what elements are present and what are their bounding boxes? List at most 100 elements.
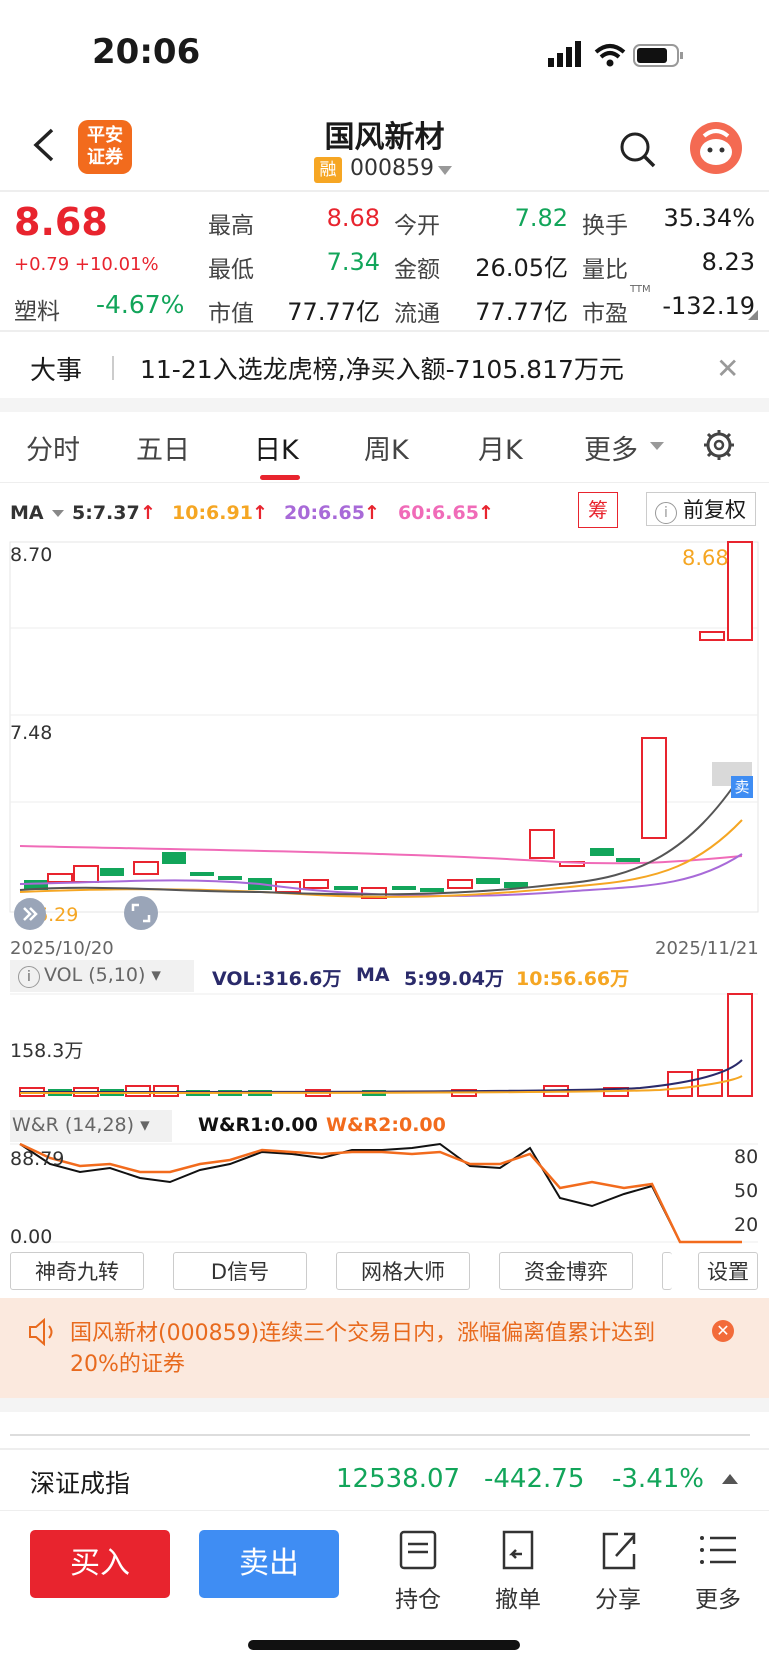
low-label: 最低 — [208, 257, 254, 283]
tab-weekly-k[interactable]: 周K — [364, 428, 409, 467]
tool-settings[interactable]: 设置 — [698, 1252, 758, 1290]
wr2-value: W&R2:0.00 — [326, 1114, 446, 1136]
wr-selector[interactable]: W&R (14,28) ▾ — [12, 1114, 150, 1136]
close-icon[interactable]: ✕ — [716, 352, 739, 385]
tab-more[interactable]: 更多 — [584, 428, 638, 467]
vol-selector[interactable]: i VOL (5,10) ▾ — [18, 964, 161, 988]
candle — [590, 848, 614, 856]
float-cap-value: 77.77亿 — [475, 298, 568, 326]
sell-button[interactable]: 卖出 — [199, 1530, 339, 1598]
chevron-down-icon[interactable] — [52, 510, 64, 517]
wr-axis-bottom: 0.00 — [10, 1226, 53, 1248]
up-arrow-icon: ↑ — [140, 502, 156, 524]
candle — [47, 873, 73, 883]
sector-label[interactable]: 塑料 — [14, 292, 60, 326]
candle — [476, 878, 500, 884]
buy-button[interactable]: 买入 — [30, 1530, 170, 1598]
tab-monthly-k[interactable]: 月K — [478, 428, 523, 467]
margin-badge: 融 — [314, 157, 342, 183]
gear-icon[interactable] — [702, 428, 736, 462]
info-icon: i — [18, 966, 40, 988]
candle — [699, 631, 725, 641]
chevron-down-icon[interactable] — [438, 166, 452, 175]
up-arrow-icon: ↑ — [364, 502, 380, 524]
news-text[interactable]: 11-21入选龙虎榜,净买入额-7105.817万元 — [140, 350, 624, 386]
info-icon: i — [655, 502, 677, 524]
volume-chart[interactable] — [0, 992, 769, 1100]
wr2-line — [19, 1142, 742, 1244]
share-button[interactable]: 分享 — [578, 1580, 658, 1614]
sector-change[interactable]: -4.67% — [96, 290, 184, 319]
cancel-order-icon[interactable] — [478, 1528, 558, 1572]
high-price-label: 8.68 — [682, 546, 729, 570]
chip-distribution-button[interactable]: 筹 — [578, 492, 618, 528]
vol-value: VOL:316.6万 — [212, 968, 342, 990]
vol-ma-label: MA — [356, 964, 390, 986]
market-cap-label: 市值 — [208, 301, 254, 327]
candle — [447, 879, 473, 889]
ma5-line — [19, 773, 743, 896]
adjust-mode-button[interactable]: i 前复权 — [646, 492, 756, 526]
ma10-value: 10:6.91 — [172, 502, 253, 524]
tool-d-signal[interactable]: D信号 — [173, 1252, 307, 1290]
vol-ma10: 10:56.66万 — [516, 968, 630, 990]
candle — [392, 886, 416, 890]
ma-label[interactable]: MA — [10, 502, 44, 524]
news-divider — [112, 356, 114, 380]
candle — [616, 858, 640, 862]
avatar[interactable] — [690, 122, 742, 174]
stock-code[interactable]: 000859 — [350, 156, 434, 181]
candle — [641, 737, 667, 839]
cancel-order-button[interactable]: 撤单 — [478, 1580, 558, 1614]
close-icon[interactable]: ✕ — [712, 1320, 734, 1342]
amount-value: 26.05亿 — [475, 254, 568, 282]
y-axis-mid: 7.48 — [10, 722, 53, 744]
holdings-button[interactable]: 持仓 — [378, 1580, 458, 1614]
candle — [727, 541, 753, 641]
date-start: 2025/10/20 — [10, 938, 114, 959]
wr1-line — [19, 1142, 742, 1243]
y-axis-top: 8.70 — [10, 544, 53, 566]
fullscreen-icon[interactable] — [124, 896, 158, 930]
sell-signal-tag: 卖 — [731, 776, 753, 798]
menu-icon[interactable] — [678, 1528, 758, 1572]
candle — [162, 852, 186, 864]
candle — [190, 872, 214, 876]
wr-tick-50: 50 — [734, 1180, 759, 1202]
chevron-up-icon[interactable] — [722, 1474, 738, 1484]
kline-chart[interactable] — [0, 532, 769, 932]
candle — [133, 861, 159, 875]
search-icon[interactable] — [618, 130, 658, 170]
ma60-value: 60:6.65 — [398, 502, 479, 524]
wr-chart[interactable] — [0, 1142, 769, 1250]
ma5-value: 5:7.37 — [72, 502, 140, 524]
more-button[interactable]: 更多 — [678, 1580, 758, 1614]
high-label: 最高 — [208, 213, 254, 239]
collapse-icon[interactable] — [14, 898, 46, 930]
tab-five-day[interactable]: 五日 — [136, 428, 190, 467]
index-value: 12538.07 — [336, 1464, 461, 1494]
high-value: 8.68 — [326, 204, 380, 232]
tab-daily-k[interactable]: 日K — [254, 428, 299, 467]
corner-expand-icon[interactable] — [748, 310, 758, 320]
volume-ratio-label: 量比 — [582, 257, 628, 283]
holdings-icon[interactable] — [378, 1528, 458, 1572]
chevron-down-icon[interactable] — [650, 442, 664, 450]
index-name[interactable]: 深证成指 — [30, 1464, 130, 1500]
tool-magic-nine[interactable]: 神奇九转 — [10, 1252, 144, 1290]
share-icon[interactable] — [578, 1528, 658, 1572]
ma20-value: 20:6.65 — [284, 502, 365, 524]
battery-icon — [633, 44, 683, 67]
market-cap-value: 77.77亿 — [287, 298, 380, 326]
wr-axis-top: 88.79 — [10, 1148, 65, 1170]
tool-partial[interactable] — [662, 1252, 672, 1290]
notice-text[interactable]: 国风新材(000859)连续三个交易日内，涨幅偏离值累计达到20%的证券 — [70, 1318, 690, 1380]
tool-grid-master[interactable]: 网格大师 — [336, 1252, 470, 1290]
current-price: 8.68 — [14, 200, 108, 244]
wr-tick-20: 20 — [734, 1214, 759, 1236]
tab-intraday[interactable]: 分时 — [26, 428, 80, 467]
float-cap-label: 流通 — [394, 301, 440, 327]
tool-capital-game[interactable]: 资金博弈 — [499, 1252, 633, 1290]
home-indicator — [248, 1640, 520, 1650]
candle — [100, 868, 124, 876]
